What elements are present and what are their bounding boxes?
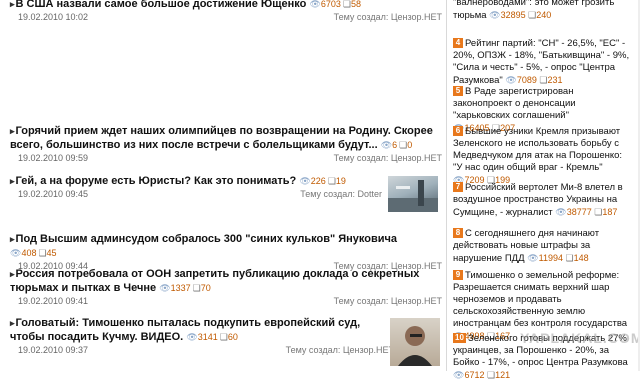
- news-feed: ▸В США назвали самое большое достижение …: [0, 0, 446, 371]
- news-title[interactable]: ▸Горячий прием ждет наших олимпийцев по …: [10, 124, 442, 152]
- news-item: ▸Горячий прием ждет наших олимпийцев по …: [10, 124, 442, 164]
- views-count: 6703: [320, 0, 341, 9]
- views-count: 38777: [566, 207, 592, 217]
- list-item[interactable]: 8С сегодняшнего дня начинают действовать…: [453, 228, 633, 265]
- views-count: 3141: [197, 332, 218, 342]
- views-count: 226: [310, 176, 326, 186]
- news-item: ▸Головатый: Тимошенко пыталась подкупить…: [10, 316, 394, 356]
- news-item: ▸В США назвали самое большое достижение …: [10, 0, 442, 23]
- comments-count: 19: [335, 176, 346, 186]
- comment-icon: ❏: [486, 370, 496, 380]
- list-item[interactable]: "валнероводами": это может грозить тюрьм…: [453, 0, 633, 22]
- views-count: 11994: [538, 253, 563, 263]
- eye-icon: 👁: [489, 10, 501, 20]
- rank-badge: 10: [453, 333, 466, 343]
- arrow-icon: ▸: [10, 318, 15, 328]
- comments-count: 240: [536, 10, 552, 20]
- eye-icon: 👁: [159, 283, 171, 293]
- comments-count: 148: [573, 253, 589, 263]
- comment-icon: ❏: [192, 283, 201, 293]
- eye-icon: 👁: [527, 253, 539, 263]
- top-news-title: Бывшие узники Кремля призывают Зеленског…: [453, 126, 623, 173]
- news-date: 19.02.2010 09:37: [18, 345, 89, 355]
- rank-badge: 4: [453, 38, 463, 48]
- top-news-title: В Раде зарегистрирован законопроект о де…: [453, 86, 576, 121]
- views-count: 6712: [464, 370, 485, 380]
- news-creator[interactable]: Тему создал: Цензор.НЕТ: [286, 344, 394, 356]
- eye-icon: 👁: [380, 140, 393, 150]
- comments-count: 70: [200, 283, 211, 293]
- eye-icon: 👁: [186, 332, 198, 342]
- news-item: ▸Под Высшим админсудом собралось 300 "си…: [10, 232, 442, 272]
- comment-icon: ❏: [565, 253, 574, 263]
- news-creator[interactable]: Тему создал: Цензор.НЕТ: [334, 11, 442, 23]
- news-item: ▸Гей, а на форуме есть Юристы? Как это п…: [10, 174, 442, 200]
- news-creator[interactable]: Тему создал: Цензор.НЕТ: [334, 295, 442, 307]
- arrow-icon: ▸: [10, 176, 15, 186]
- list-item[interactable]: 7 Российский вертолет Ми-8 влетел в возду…: [453, 182, 633, 219]
- news-thumbnail[interactable]: [388, 176, 438, 212]
- watermark: YAPLAKAL.COM: [520, 330, 640, 346]
- news-date: 19.02.2010 10:02: [18, 12, 89, 22]
- eye-icon: 👁: [453, 370, 465, 380]
- comments-count: 58: [351, 0, 362, 9]
- list-item[interactable]: 6 Бывшие узники Кремля призывают Зеленско…: [453, 126, 633, 187]
- news-title[interactable]: ▸Гей, а на форуме есть Юристы? Как это п…: [10, 174, 442, 188]
- comments-count: 231: [547, 75, 563, 85]
- comments-count: 121: [495, 370, 511, 380]
- views-count: 6: [392, 140, 398, 150]
- news-date: 19.02.2010 09:41: [18, 296, 89, 306]
- views-count: 408: [21, 248, 37, 258]
- comment-icon: ❏: [219, 332, 228, 342]
- top-news-sidebar: "валнероводами": это может грозить тюрьм…: [447, 0, 640, 380]
- comments-count: 187: [602, 207, 618, 217]
- news-title[interactable]: ▸В США назвали самое большое достижение …: [10, 0, 442, 11]
- comment-icon: ❏: [38, 248, 47, 258]
- eye-icon: 👁: [505, 75, 517, 85]
- rank-badge: 9: [453, 270, 463, 280]
- rank-badge: 5: [453, 86, 463, 96]
- news-date: 19.02.2010 09:59: [18, 153, 89, 163]
- rank-badge: 7: [453, 182, 463, 192]
- news-creator[interactable]: Тему создал: Цензор.НЕТ: [334, 152, 442, 164]
- eye-icon: 👁: [10, 248, 22, 258]
- arrow-icon: ▸: [10, 234, 15, 244]
- eye-icon: 👁: [555, 207, 567, 217]
- comment-icon: ❏: [342, 0, 351, 9]
- views-count: 1337: [170, 283, 191, 293]
- rank-badge: 6: [453, 126, 463, 136]
- views-count: 7089: [516, 75, 537, 85]
- comments-count: 45: [46, 248, 57, 258]
- top-news-title: Тимошенко о земельной реформе: Разрешает…: [453, 270, 628, 329]
- news-item: ▸Россия потребовала от ООН запретить пуб…: [10, 267, 442, 307]
- news-title[interactable]: ▸Россия потребовала от ООН запретить пуб…: [10, 267, 442, 295]
- rank-badge: 8: [453, 228, 463, 238]
- comments-count: 60: [227, 332, 238, 342]
- news-title[interactable]: ▸Под Высшим админсудом собралось 300 "си…: [10, 232, 442, 260]
- arrow-icon: ▸: [10, 269, 15, 279]
- views-count: 32895: [500, 10, 526, 20]
- eye-icon: 👁: [299, 176, 311, 186]
- comment-icon: ❏: [327, 176, 336, 186]
- eye-icon: 👁: [309, 0, 321, 9]
- arrow-icon: ▸: [10, 0, 15, 9]
- list-item[interactable]: 4 Рейтинг партий: "СН" - 26,5%, "ЕС" - 20…: [453, 38, 633, 87]
- arrow-icon: ▸: [10, 126, 15, 136]
- news-creator[interactable]: Тему создал: Dotter: [300, 188, 382, 200]
- news-date: 19.02.2010 09:45: [18, 189, 89, 199]
- comments-count: 0: [407, 140, 413, 150]
- news-thumbnail[interactable]: [390, 318, 440, 366]
- news-title[interactable]: ▸Головатый: Тимошенко пыталась подкупить…: [10, 316, 380, 344]
